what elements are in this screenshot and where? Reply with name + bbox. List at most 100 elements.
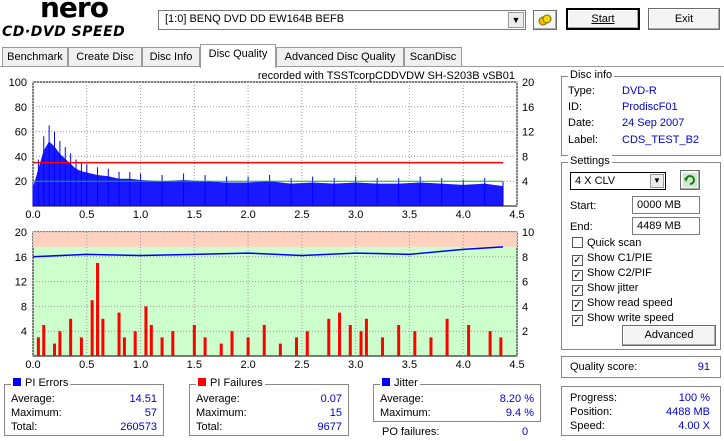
check-icon[interactable]: ✓ [572,315,583,326]
progress-box: Progress: 100 % Position: 4488 MB Speed:… [561,386,721,436]
jitter-legend-icon [382,378,390,386]
pi-failures-bar [79,337,83,356]
checkbox-box[interactable] [572,237,583,248]
chevron-down-icon[interactable]: ▼ [508,12,524,28]
show-c1-pie-checkbox[interactable]: ✓ Show C1/PIE [572,252,652,266]
y-tick-label-left: 40 [15,151,27,163]
pi-failures-bar [381,337,385,356]
check-icon[interactable]: ✓ [572,270,583,281]
pi-errors-maximum-value: 57 [144,407,157,419]
x-tick-label: 4.0 [456,359,471,370]
speed-label: Speed: [570,420,605,432]
disc-date-value: 24 Sep 2007 [622,117,685,129]
exit-button[interactable]: Exit [648,8,720,30]
x-tick-label: 1.0 [133,209,148,221]
pi-failures-bar [42,325,46,356]
jitter-maximum-value: 9.4 % [505,407,534,419]
end-field[interactable]: 4489 MB [632,217,700,235]
tab-disc-info[interactable]: Disc Info [142,47,200,67]
pi-failures-bar [230,331,234,356]
y-tick-label-right: 2 [522,326,528,338]
tab-advanced-disc-quality[interactable]: Advanced Disc Quality [276,47,404,67]
pi-failures-bar [53,343,57,356]
speed-select[interactable]: 4 X CLV ▼ [570,172,666,190]
pi-failures-bar [160,337,164,356]
pi-failures-bar [445,318,449,356]
pi-errors-average-label: Average: [11,393,55,405]
tab-scandisc[interactable]: ScanDisc [404,47,462,67]
pi-errors-total-label: Total: [11,421,38,433]
pi-failures-maximum-label: Maximum: [196,407,247,419]
show-c2-pif-label: Show C2/PIF [587,267,652,279]
jitter-average-value: 8.20 % [499,393,534,405]
position-label: Position: [570,406,613,418]
x-tick-label: 4.0 [456,209,471,221]
show-jitter-checkbox[interactable]: ✓ Show jitter [572,282,638,296]
pi-failures-group: PI Failures Average: 0.07 Maximum: 15 To… [189,377,349,436]
show-write-speed-checkbox[interactable]: ✓ Show write speed [572,312,674,326]
pi-errors-maximum-label: Maximum: [11,407,62,419]
x-tick-label: 3.5 [402,209,417,221]
y-tick-label-left: 100 [9,77,27,89]
quick-scan-checkbox[interactable]: Quick scan [572,237,641,249]
refresh-button[interactable] [680,170,700,190]
y-tick-label-right: 8 [522,151,528,163]
check-icon[interactable]: ✓ [572,255,583,266]
pi-errors-average-value: 14.51 [129,393,157,405]
pi-failures-bar [219,343,223,356]
pi-errors-title: PI Errors [11,377,71,389]
recorded-with-label: recorded with TSSTcorpCDDVDW SH-S203B vS… [258,70,515,82]
position-value: 4488 MB [665,406,710,418]
drive-select-value: [1:0] BENQ DVD DD EW164B BEFB [165,13,345,25]
show-read-speed-checkbox[interactable]: ✓ Show read speed [572,297,673,311]
chevron-down-icon[interactable]: ▼ [650,174,664,188]
start-field[interactable]: 0000 MB [632,196,700,214]
x-tick-label: 4.5 [509,209,524,221]
speed-select-value: 4 X CLV [575,175,616,187]
eject-button[interactable] [533,10,557,30]
po-failures-value: 0 [522,426,529,438]
x-tick-label: 4.5 [509,359,524,370]
advanced-button[interactable]: Advanced [622,325,716,346]
check-icon[interactable]: ✓ [572,285,583,296]
start-button[interactable]: Start [566,8,640,30]
x-tick-label: 2.0 [240,209,255,221]
pi-failures-average-label: Average: [196,393,240,405]
y-tick-label-left: 20 [15,227,27,239]
pi-failures-bar [348,325,352,356]
pi-failures-bar [69,318,73,356]
pi-failures-bar [133,331,137,356]
y-tick-label-right: 20 [522,77,534,89]
pi-failures-bar [36,337,40,356]
settings-title: Settings [568,155,612,167]
pi-failures-bar [499,337,503,356]
drive-select[interactable]: [1:0] BENQ DVD DD EW164B BEFB ▼ [158,10,526,30]
show-c2-pif-checkbox[interactable]: ✓ Show C2/PIF [572,267,652,281]
show-read-speed-label: Show read speed [587,297,673,309]
check-icon[interactable]: ✓ [572,300,583,311]
pi-failures-bar [117,312,121,356]
tab-create-disc[interactable]: Create Disc [68,47,142,67]
x-tick-label: 0.0 [25,209,40,221]
pi-failures-bar [295,337,299,356]
jitter-band [33,232,517,247]
disc-info-group: Disc info Type: DVD-R ID: ProdiscF01 Dat… [561,69,721,156]
pi-failures-bar [305,331,309,356]
y-tick-label-left: 4 [21,326,27,338]
y-tick-label-right: 10 [522,227,534,239]
pi-failures-bar [149,325,153,356]
tab-benchmark[interactable]: Benchmark [2,47,68,67]
pi-failures-bar [278,343,282,356]
pi-failures-bar [467,325,471,356]
pi-failures-bar [413,331,417,356]
pi-failures-bar [101,318,105,356]
pi-failures-bar [488,331,492,356]
show-write-speed-label: Show write speed [587,312,674,324]
y-tick-label-left: 20 [15,176,27,188]
x-tick-label: 0.5 [79,359,94,370]
x-tick-label: 2.0 [240,359,255,370]
quality-score-value: 91 [697,361,710,373]
tab-disc-quality[interactable]: Disc Quality [200,44,276,68]
y-tick-label-right: 8 [522,252,528,264]
y-tick-label-left: 80 [15,102,27,114]
